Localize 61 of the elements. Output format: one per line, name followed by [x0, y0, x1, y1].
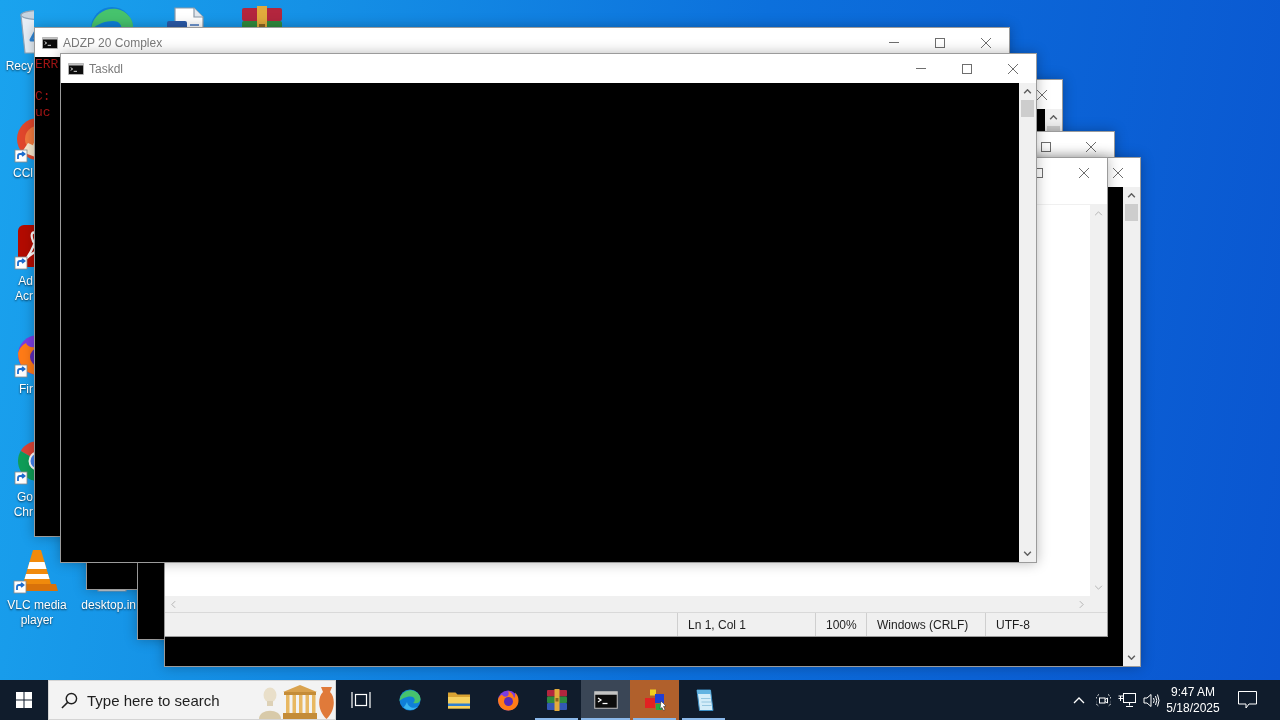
maximize-icon	[1041, 141, 1051, 152]
search-input[interactable]: Type here to search	[87, 691, 257, 709]
speaker-icon[interactable]	[1142, 692, 1160, 708]
folder-icon	[446, 691, 471, 709]
caret-up-icon[interactable]	[1073, 696, 1085, 704]
window-title: Taskdl	[89, 61, 123, 76]
scrollbar-thumb[interactable]	[1021, 100, 1034, 117]
vertical-scrollbar[interactable]	[1123, 187, 1140, 666]
statue-temple-vase-icon	[257, 683, 335, 719]
maximize-icon	[935, 37, 945, 48]
close-icon	[981, 37, 991, 48]
window-title: ADZP 20 Complex	[63, 35, 163, 50]
icon-label[interactable]: CCl	[13, 166, 33, 181]
console-line: uc	[35, 105, 51, 121]
camera-icon[interactable]	[1095, 691, 1111, 709]
icon-label[interactable]: desktop.in	[81, 598, 136, 613]
blocks-cursor-icon	[642, 688, 667, 712]
close-icon	[1113, 167, 1123, 178]
status-text: 100%	[826, 617, 857, 632]
maximize-icon	[1037, 167, 1043, 178]
search-icon	[61, 691, 78, 709]
console-line: C:	[35, 89, 51, 105]
status-text: UTF-8	[996, 617, 1030, 632]
scrollbar-thumb[interactable]	[1125, 204, 1138, 221]
scrollbar-thumb[interactable]	[1047, 126, 1060, 131]
icon-label[interactable]: Go Chr	[13, 490, 33, 520]
books-stack-icon	[544, 688, 569, 712]
chevron-up-icon[interactable]	[1127, 193, 1136, 198]
status-text: Ln 1, Col 1	[688, 617, 747, 632]
icon-label[interactable]: VLC media player	[7, 598, 67, 628]
icon-label[interactable]: Recy	[5, 59, 33, 74]
minimize-icon	[916, 68, 926, 69]
maximize-icon	[962, 63, 972, 74]
taskbar-button[interactable]	[581, 680, 630, 720]
close-icon	[1079, 167, 1089, 178]
close-icon	[1008, 63, 1018, 74]
task-view-icon	[350, 691, 371, 709]
terminal-icon	[68, 62, 84, 75]
terminal-icon	[42, 36, 58, 49]
fox-globe-icon	[495, 688, 520, 712]
clock-time[interactable]: 9:47 AM	[1171, 684, 1215, 700]
chevron-up-icon[interactable]	[1023, 89, 1032, 94]
terminal-icon	[593, 691, 618, 709]
vertical-scrollbar[interactable]	[1045, 109, 1062, 131]
status-text: Windows (CRLF)	[877, 617, 969, 632]
speech-bubble-icon[interactable]	[1237, 691, 1257, 709]
vertical-scrollbar[interactable]	[1019, 83, 1036, 562]
windows-logo-icon	[16, 692, 32, 708]
chevron-down-icon[interactable]	[1023, 551, 1032, 556]
clock-date[interactable]: 5/18/2025	[1166, 700, 1220, 716]
search-field[interactable]: Type here to search	[48, 680, 336, 720]
close-icon	[1086, 141, 1096, 152]
swirl-logo-icon	[397, 688, 422, 712]
icon-label[interactable]: Ad Acr	[15, 274, 33, 304]
icon-label[interactable]: Fir	[19, 382, 33, 397]
network-icon[interactable]	[1118, 692, 1136, 708]
chevron-up-icon[interactable]	[1049, 115, 1058, 120]
minimize-icon	[889, 42, 899, 43]
chevron-down-icon[interactable]	[1127, 655, 1136, 660]
close-icon	[1037, 89, 1047, 100]
console-line: ERR	[35, 57, 59, 73]
